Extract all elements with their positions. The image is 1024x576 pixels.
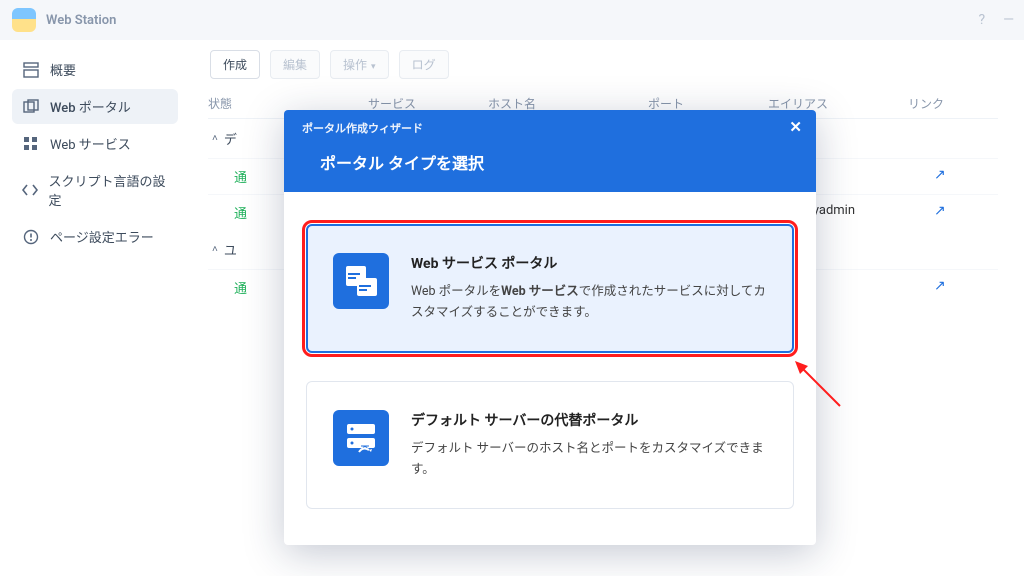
modal-header: ポータル作成ウィザード ポータル タイプを選択 ✕ <box>284 110 816 192</box>
option-title: デフォルト サーバーの代替ポータル <box>411 410 767 430</box>
sidebar-item-web-portal[interactable]: Web ポータル <box>12 89 178 124</box>
option-default-server-portal[interactable]: デフォルト サーバーの代替ポータル デフォルト サーバーのホスト名とポートをカス… <box>306 381 794 510</box>
status-text: 通 <box>234 282 247 297</box>
group-label: ユ <box>224 240 237 259</box>
option-text: デフォルト サーバーの代替ポータル デフォルト サーバーのホスト名とポートをカス… <box>411 410 767 481</box>
default-server-icon <box>333 410 389 466</box>
group-label: デ <box>224 129 237 148</box>
toolbar: 作成 編集 操作 ▾ ログ <box>190 50 1016 89</box>
code-icon <box>22 181 39 199</box>
sidebar-item-label: ページ設定エラー <box>50 227 154 246</box>
option-desc: デフォルト サーバーのホスト名とポートをカスタマイズできます。 <box>411 438 767 481</box>
sidebar-item-page-errors[interactable]: ページ設定エラー <box>12 219 178 254</box>
external-link-icon[interactable]: ↗ <box>934 203 946 219</box>
chevron-down-icon: ▾ <box>371 61 376 71</box>
edit-button[interactable]: 編集 <box>270 50 320 79</box>
action-button[interactable]: 操作 ▾ <box>330 50 389 79</box>
titlebar: Web Station ? — <box>0 0 1024 40</box>
option-title: Web サービス ポータル <box>411 253 767 273</box>
portal-create-wizard-modal: ポータル作成ウィザード ポータル タイプを選択 ✕ Web サービス ポータル <box>284 110 816 545</box>
create-button[interactable]: 作成 <box>210 50 260 79</box>
sidebar-item-overview[interactable]: 概要 <box>12 52 178 87</box>
sidebar-item-label: Web ポータル <box>50 97 131 116</box>
sidebar: 概要 Web ポータル Web サービス スクリプト言語の設定 ページ設定エラー <box>0 40 190 576</box>
external-link-icon[interactable]: ↗ <box>934 167 946 183</box>
sidebar-item-label: スクリプト言語の設定 <box>49 171 168 209</box>
wizard-title: ポータル作成ウィザード <box>302 120 798 136</box>
status-text: 通 <box>234 207 247 222</box>
status-text: 通 <box>234 171 247 186</box>
option-web-service-portal[interactable]: Web サービス ポータル Web ポータルをWeb サービスで作成されたサービ… <box>306 224 794 353</box>
overview-icon <box>22 61 40 79</box>
log-button[interactable]: ログ <box>399 50 449 79</box>
services-icon <box>22 135 40 153</box>
help-icon[interactable]: ? <box>978 12 985 28</box>
window-controls: ? — <box>978 0 1014 40</box>
app-title: Web Station <box>46 13 116 28</box>
th-link[interactable]: リンク <box>908 95 968 112</box>
external-link-icon[interactable]: ↗ <box>934 278 946 294</box>
app-icon <box>12 8 36 32</box>
option-text: Web サービス ポータル Web ポータルをWeb サービスで作成されたサービ… <box>411 253 767 324</box>
modal-body: Web サービス ポータル Web ポータルをWeb サービスで作成されたサービ… <box>284 192 816 545</box>
sidebar-item-label: Web サービス <box>50 134 131 153</box>
chevron-up-icon: ˄ <box>212 244 218 255</box>
close-icon[interactable]: ✕ <box>789 118 802 136</box>
minimize-icon[interactable]: — <box>1003 12 1014 28</box>
sidebar-item-web-service[interactable]: Web サービス <box>12 126 178 161</box>
action-button-label: 操作 <box>343 58 367 72</box>
portal-icon <box>22 98 40 116</box>
error-icon <box>22 228 40 246</box>
modal-section-title: ポータル タイプを選択 <box>320 150 798 174</box>
option-desc: Web ポータルをWeb サービスで作成されたサービスに対してカスタマイズするこ… <box>411 281 767 324</box>
sidebar-item-script-lang[interactable]: スクリプト言語の設定 <box>12 163 178 217</box>
sidebar-item-label: 概要 <box>50 60 76 79</box>
web-service-portal-icon <box>333 253 389 309</box>
chevron-up-icon: ˄ <box>212 133 218 144</box>
